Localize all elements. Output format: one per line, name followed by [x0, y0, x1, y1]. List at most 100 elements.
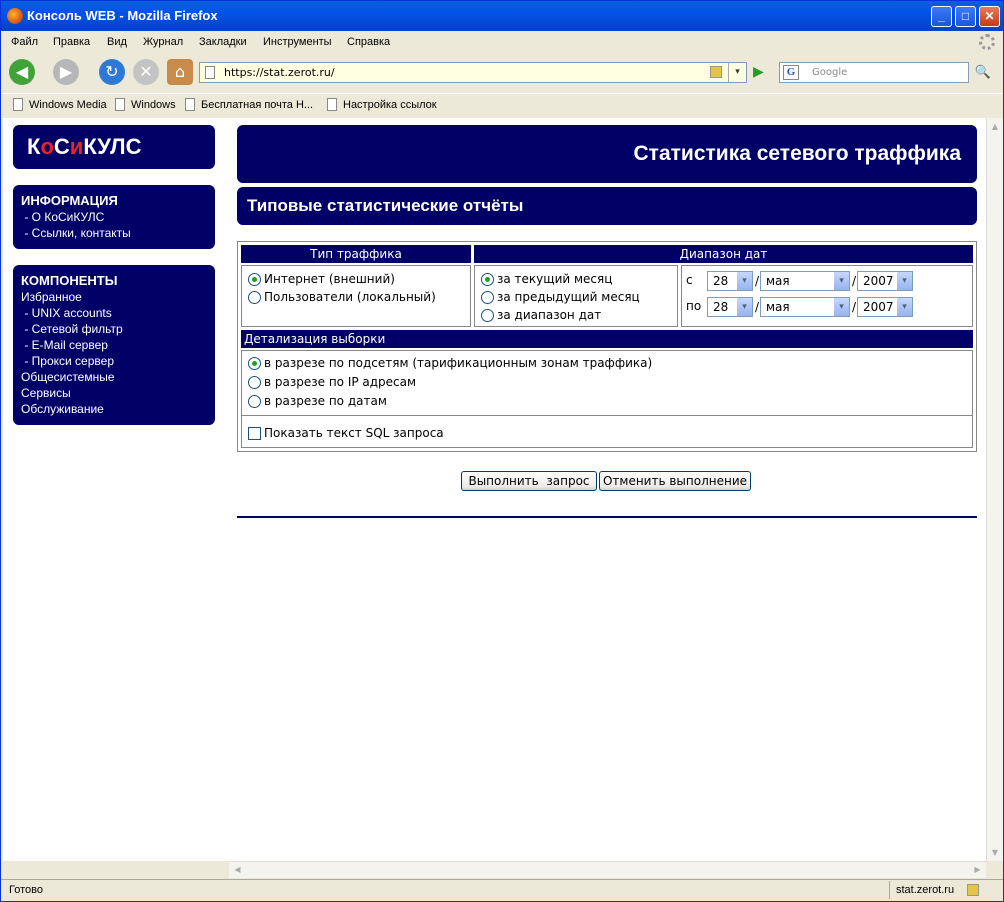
detail-dates-option[interactable]: в разрезе по датам — [248, 392, 387, 410]
detail-ip-option[interactable]: в разрезе по IP адресам — [248, 373, 416, 391]
status-text: Готово — [9, 884, 43, 896]
from-year-select[interactable]: 2007 ▾ — [857, 271, 913, 291]
option-label: Пользователи (локальный) — [264, 290, 436, 304]
bookmark-windows-media[interactable]: Windows Media — [13, 94, 107, 116]
firefox-icon — [7, 8, 23, 24]
url-bar[interactable]: https://stat.zerot.ru/ ▾ — [199, 62, 747, 83]
bookmark-windows[interactable]: Windows — [115, 94, 176, 116]
bookmark-customize-links[interactable]: Настройка ссылок — [327, 94, 437, 116]
page-title: Типовые статистические отчёты — [237, 187, 977, 225]
select-value: 28 — [713, 274, 729, 288]
date-range-radio[interactable] — [481, 309, 494, 322]
cancel-query-button[interactable]: Отменить выполнение — [599, 471, 751, 491]
url-text: https://stat.zerot.ru/ — [224, 66, 335, 79]
google-engine-icon[interactable]: G — [783, 65, 799, 80]
back-button[interactable]: ◀ — [9, 59, 35, 85]
link-unix-accounts[interactable]: - UNIX accounts — [21, 305, 207, 321]
forward-button[interactable]: ▶ — [53, 59, 79, 85]
traffic-internet-option[interactable]: Интернет (внешний) — [248, 270, 395, 288]
select-value: мая — [766, 274, 790, 288]
components-heading: КОМПОНЕНТЫ — [21, 273, 118, 288]
link-system[interactable]: Общесистемные — [21, 369, 207, 385]
vertical-scrollbar[interactable]: ▲ ▼ — [986, 118, 1003, 861]
detail-dates-radio[interactable] — [248, 395, 261, 408]
minimize-button[interactable]: _ — [931, 6, 952, 27]
link-services[interactable]: Сервисы — [21, 385, 207, 401]
menu-file[interactable]: Файл — [11, 31, 38, 53]
show-sql-checkbox[interactable] — [248, 427, 261, 440]
bookmarks-toolbar: Windows Media Windows Бесплатная почта H… — [1, 93, 1003, 117]
link-contacts[interactable]: - Ссылки, контакты — [21, 225, 207, 241]
stop-button[interactable]: ✕ — [133, 59, 159, 85]
site-logo[interactable]: КоСиКУЛС — [13, 125, 215, 169]
date-previous-month-option[interactable]: за предыдущий месяц — [481, 288, 640, 306]
search-button[interactable]: 🔍 — [971, 62, 995, 83]
logo-part: К — [27, 134, 41, 159]
option-label: в разрезе по датам — [264, 394, 387, 408]
reload-button[interactable]: ↻ — [99, 59, 125, 85]
logo-part: о — [40, 134, 54, 159]
option-label: в разрезе по подсетям (тарификационным з… — [264, 356, 653, 370]
detail-subnets-radio[interactable] — [248, 357, 261, 370]
option-label: за текущий месяц — [497, 272, 613, 286]
date-current-month-radio[interactable] — [481, 273, 494, 286]
link-network-filter[interactable]: - Сетевой фильтр — [21, 321, 207, 337]
detail-ip-radio[interactable] — [248, 376, 261, 389]
maximize-button[interactable]: □ — [955, 6, 976, 27]
menu-tools[interactable]: Инструменты — [263, 31, 332, 53]
menu-bookmarks[interactable]: Закладки — [199, 31, 247, 53]
report-form: Тип траффика Диапазон дат Интернет (внеш… — [237, 241, 977, 452]
link-about[interactable]: - О КоСиКУЛС — [21, 209, 207, 225]
scroll-left-icon[interactable]: ◀ — [229, 862, 246, 878]
url-history-dropdown[interactable]: ▾ — [728, 63, 746, 82]
horizontal-scrollbar[interactable]: ◀ ▶ — [229, 861, 986, 878]
lock-icon[interactable] — [967, 884, 979, 896]
from-month-select[interactable]: мая ▾ — [760, 271, 850, 291]
menu-bar: Файл Правка Вид Журнал Закладки Инструме… — [1, 31, 1003, 53]
menu-edit[interactable]: Правка — [53, 31, 90, 53]
menu-help[interactable]: Справка — [347, 31, 390, 53]
date-separator: / — [755, 274, 760, 288]
date-range-option[interactable]: за диапазон дат — [481, 306, 601, 324]
search-input[interactable]: G Google — [779, 62, 969, 83]
run-query-button[interactable]: Выполнить запрос — [461, 471, 597, 491]
date-range-cell: с 28 ▾ / мая ▾ / 2007 ▾ по 28 ▾ / мая ▾ / 200… — [681, 265, 973, 327]
close-window-button[interactable]: ✕ — [979, 6, 1000, 27]
bookmark-label: Бесплатная почта H... — [201, 99, 314, 111]
option-label: за предыдущий месяц — [497, 290, 640, 304]
scroll-right-icon[interactable]: ▶ — [969, 862, 986, 878]
menu-history[interactable]: Журнал — [143, 31, 183, 53]
traffic-type-header: Тип траффика — [241, 245, 471, 263]
to-day-select[interactable]: 28 ▾ — [707, 297, 753, 317]
show-sql-option[interactable]: Показать текст SQL запроса — [248, 424, 444, 442]
traffic-local-radio[interactable] — [248, 291, 261, 304]
bookmark-page-icon — [185, 98, 195, 111]
date-current-month-option[interactable]: за текущий месяц — [481, 270, 612, 288]
option-label: Показать текст SQL запроса — [264, 426, 444, 440]
detail-subnets-option[interactable]: в разрезе по подсетям (тарификационным з… — [248, 354, 652, 372]
traffic-internet-radio[interactable] — [248, 273, 261, 286]
date-separator: / — [852, 300, 857, 314]
info-heading: ИНФОРМАЦИЯ — [21, 193, 118, 208]
menu-view[interactable]: Вид — [107, 31, 127, 53]
to-year-select[interactable]: 2007 ▾ — [857, 297, 913, 317]
divider — [237, 516, 977, 518]
date-separator: / — [755, 300, 760, 314]
go-button[interactable]: ▶ — [753, 64, 764, 80]
bookmark-hotmail[interactable]: Бесплатная почта H... — [185, 94, 313, 116]
select-value: 28 — [713, 300, 729, 314]
scroll-up-icon[interactable]: ▲ — [987, 118, 1003, 135]
link-maintenance[interactable]: Обслуживание — [21, 401, 207, 417]
link-proxy-server[interactable]: - Прокси сервер — [21, 353, 207, 369]
link-favorites[interactable]: Избранное — [21, 289, 207, 305]
to-month-select[interactable]: мая ▾ — [760, 297, 850, 317]
chevron-down-icon: ▾ — [896, 298, 912, 316]
scroll-down-icon[interactable]: ▼ — [987, 844, 1003, 861]
date-previous-month-radio[interactable] — [481, 291, 494, 304]
link-email-server[interactable]: - E-Mail сервер — [21, 337, 207, 353]
detail-cell: в разрезе по подсетям (тарификационным з… — [241, 350, 973, 448]
traffic-local-option[interactable]: Пользователи (локальный) — [248, 288, 436, 306]
status-bar: Готово stat.zerot.ru — [1, 879, 1003, 901]
from-day-select[interactable]: 28 ▾ — [707, 271, 753, 291]
home-button[interactable]: ⌂ — [167, 59, 193, 85]
